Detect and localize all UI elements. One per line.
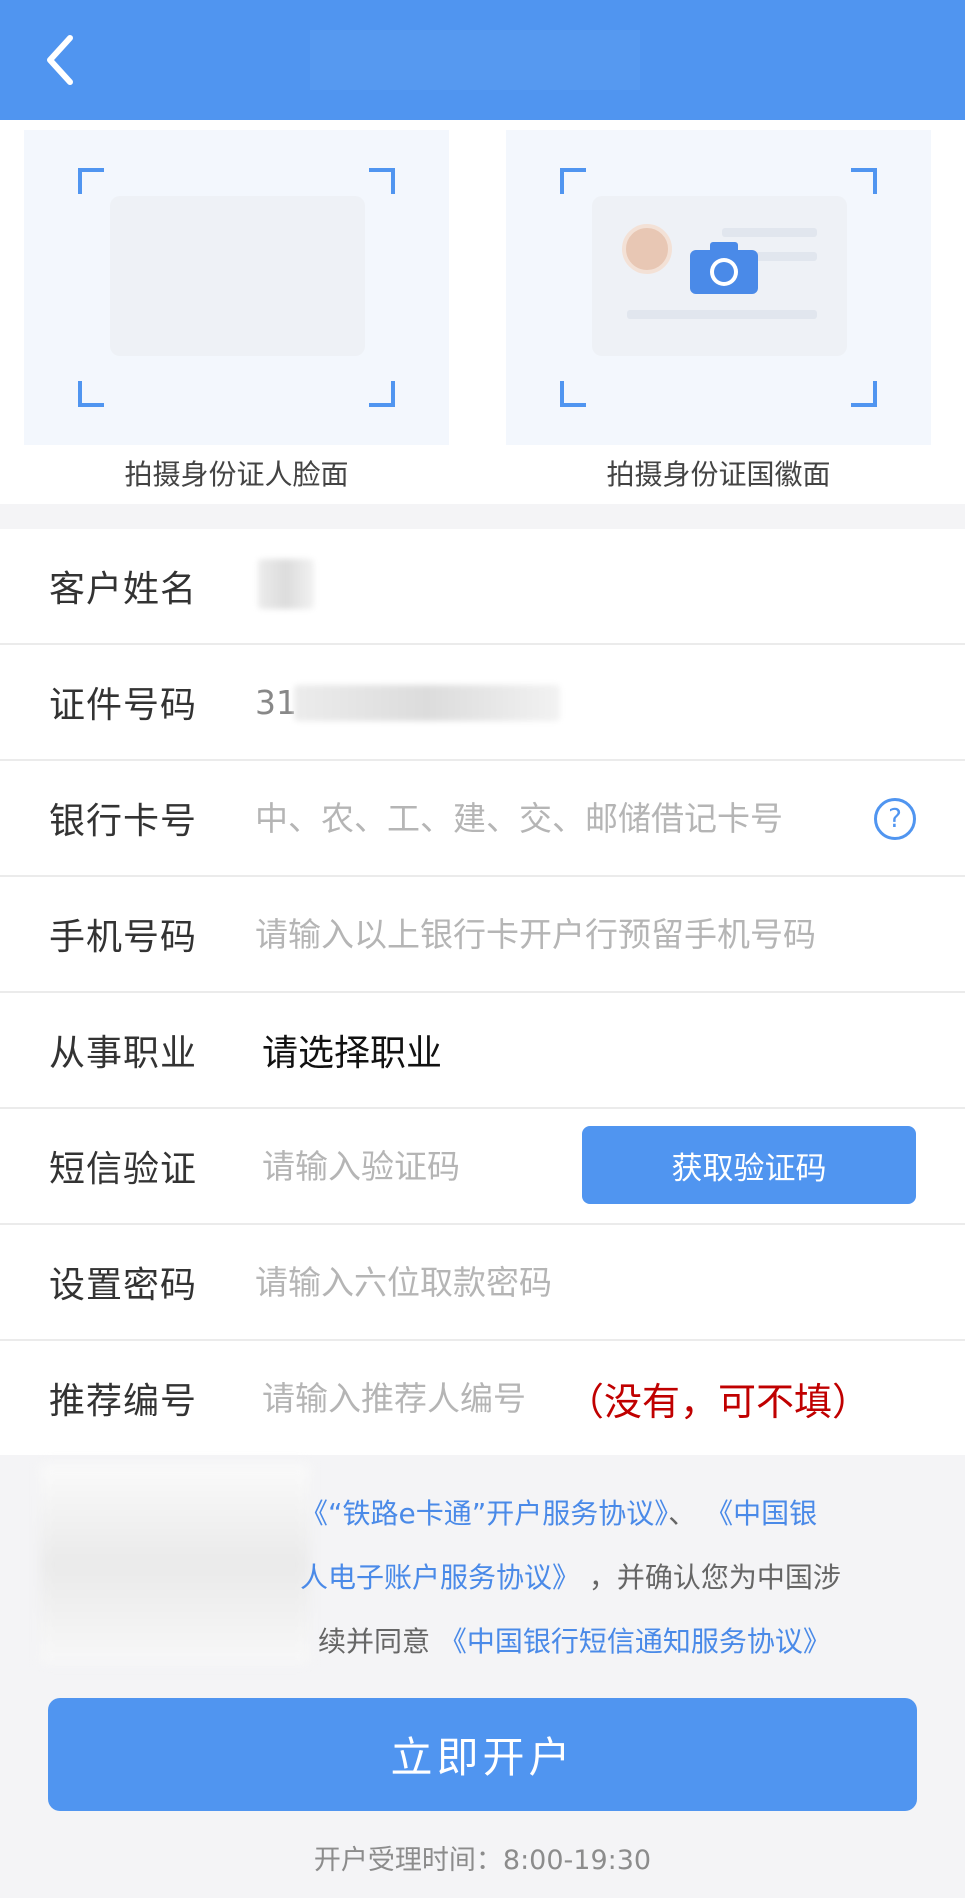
bank-card-input[interactable] (255, 788, 855, 848)
row-referrer: 推荐编号 （没有，可不填） (0, 1341, 965, 1455)
row-bank-card: 银行卡号 ? (0, 761, 965, 877)
occupation-select[interactable]: 请选择职业 (262, 1024, 442, 1076)
row-phone: 手机号码 (0, 877, 965, 993)
frame-corner (560, 168, 586, 194)
phone-input[interactable] (255, 904, 925, 964)
customer-name-redacted[interactable] (258, 559, 314, 609)
card-line (627, 310, 817, 319)
password-input[interactable] (255, 1252, 925, 1312)
card-line (722, 228, 817, 237)
bank-card-label: 银行卡号 (49, 801, 198, 842)
chevron-left-icon (47, 35, 73, 85)
frame-corner (78, 168, 104, 194)
row-occupation: 从事职业 请选择职业 (0, 993, 965, 1109)
agreement-link-sms[interactable]: 《中国银行短信通知服务协议》 (439, 1625, 831, 1658)
page-title-redacted (310, 30, 640, 90)
agreement-link-boc-part1[interactable]: 《中国银 (705, 1497, 817, 1530)
row-sms: 短信验证 获取验证码 (0, 1109, 965, 1225)
frame-corner (560, 381, 586, 407)
id-front-capture[interactable] (24, 130, 449, 445)
agreement-line-3: 续并同意 《中国银行短信通知服务协议》 (318, 1620, 831, 1660)
referrer-input[interactable] (262, 1368, 565, 1428)
customer-name-label: 客户姓名 (49, 569, 198, 610)
sms-code-input[interactable] (262, 1136, 565, 1196)
back-button[interactable] (30, 28, 90, 92)
agreement-checkbox-redacted[interactable] (40, 1464, 310, 1664)
agreement-section: 《“铁路e卡通”开户服务协议》、 《中国银 人电子账户服务协议》 ，并确认您为中… (0, 1452, 965, 1672)
frame-corner (851, 168, 877, 194)
password-label: 设置密码 (49, 1265, 198, 1306)
agreement-link-ecard[interactable]: 《“铁路e卡通”开户服务协议》 (300, 1497, 668, 1530)
referrer-label: 推荐编号 (49, 1381, 198, 1422)
get-sms-code-button[interactable]: 获取验证码 (582, 1126, 916, 1204)
row-customer-name: 客户姓名 (0, 529, 965, 645)
row-id-number: 证件号码 31 (0, 645, 965, 761)
open-account-button[interactable]: 立即开户 (48, 1698, 917, 1811)
row-password: 设置密码 (0, 1225, 965, 1341)
agreement-link-boc-part2[interactable]: 人电子账户服务协议》 (300, 1561, 580, 1594)
id-card-back-illustration (592, 196, 847, 356)
top-nav-bar (0, 0, 965, 120)
frame-corner (851, 381, 877, 407)
camera-icon (690, 242, 758, 294)
id-number-label: 证件号码 (49, 685, 198, 726)
frame-corner (78, 381, 104, 407)
frame-corner (369, 381, 395, 407)
agreement-line-2: 人电子账户服务协议》 ，并确认您为中国涉 (300, 1556, 841, 1596)
account-form: 客户姓名 证件号码 31 银行卡号 ? 手机号码 从事职业 请选择职业 短信验证… (0, 529, 965, 1455)
national-emblem-icon (622, 224, 672, 274)
frame-corner (369, 168, 395, 194)
sms-label: 短信验证 (49, 1149, 198, 1190)
referrer-note: （没有，可不填） (566, 1379, 871, 1424)
agreement-text-1: ，并确认您为中国涉 (588, 1561, 841, 1594)
agreement-text-2: 续并同意 (318, 1625, 431, 1658)
agreement-sep: 、 (668, 1497, 697, 1530)
id-front-label: 拍摄身份证人脸面 (124, 458, 349, 491)
id-card-front-illustration (110, 196, 365, 356)
help-icon[interactable]: ? (874, 798, 916, 840)
agreement-line-1: 《“铁路e卡通”开户服务协议》、 《中国银 (300, 1492, 817, 1532)
id-back-label: 拍摄身份证国徽面 (606, 458, 831, 491)
phone-label: 手机号码 (49, 917, 198, 958)
id-back-capture[interactable] (506, 130, 931, 445)
id-number-redacted[interactable] (294, 685, 560, 721)
service-hours: 开户受理时间：8:00-19:30 (313, 1845, 652, 1876)
id-number-prefix: 31 (255, 682, 297, 722)
id-photo-section: 拍摄身份证人脸面 拍摄身份证国徽面 (0, 120, 965, 504)
occupation-label: 从事职业 (49, 1033, 198, 1074)
